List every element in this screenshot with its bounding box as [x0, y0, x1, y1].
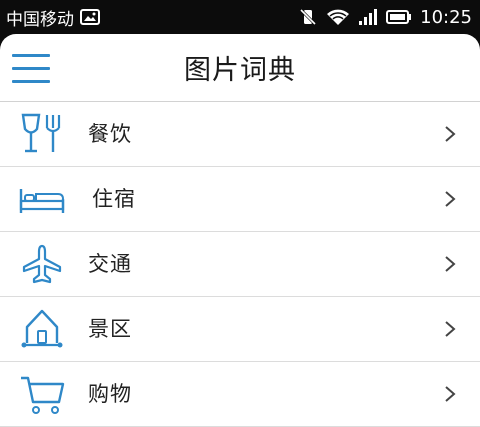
- category-item-dining[interactable]: 餐饮: [0, 102, 480, 167]
- category-label: 购物: [88, 382, 132, 406]
- category-item-scenic-area[interactable]: 景区: [0, 297, 480, 362]
- category-label: 住宿: [92, 187, 136, 211]
- image-notification-icon: [80, 9, 100, 25]
- app-screen: 图片词典 餐饮 住宿 交通 景区 购物: [0, 34, 480, 427]
- category-item-lodging[interactable]: 住宿: [0, 167, 480, 232]
- status-left: 中国移动: [6, 0, 100, 34]
- bed-icon: [17, 177, 67, 221]
- battery-icon: [386, 9, 412, 25]
- shopping-cart-icon: [17, 372, 67, 416]
- status-bar: 中国移动 10:25: [0, 0, 480, 34]
- house-icon: [17, 307, 67, 351]
- category-list: 餐饮 住宿 交通 景区 购物: [0, 102, 480, 427]
- app-header: 图片词典: [0, 34, 480, 102]
- chevron-right-icon: [444, 102, 456, 166]
- chevron-right-icon: [444, 232, 456, 296]
- wifi-icon: [326, 8, 350, 26]
- airplane-icon: [17, 242, 67, 286]
- category-label: 交通: [88, 252, 132, 276]
- status-right: 10:25: [298, 0, 472, 34]
- chevron-right-icon: [444, 167, 456, 231]
- category-item-shopping[interactable]: 购物: [0, 362, 480, 427]
- signal-icon: [358, 8, 378, 26]
- status-time: 10:25: [420, 6, 472, 28]
- category-label: 餐饮: [88, 122, 132, 146]
- category-label: 景区: [88, 317, 132, 341]
- page-title: 图片词典: [184, 55, 296, 86]
- chevron-right-icon: [444, 297, 456, 361]
- carrier-name: 中国移动: [6, 9, 74, 30]
- category-item-transport[interactable]: 交通: [0, 232, 480, 297]
- dining-icon: [17, 112, 67, 156]
- vibrate-muted-icon: [298, 7, 318, 27]
- chevron-right-icon: [444, 362, 456, 426]
